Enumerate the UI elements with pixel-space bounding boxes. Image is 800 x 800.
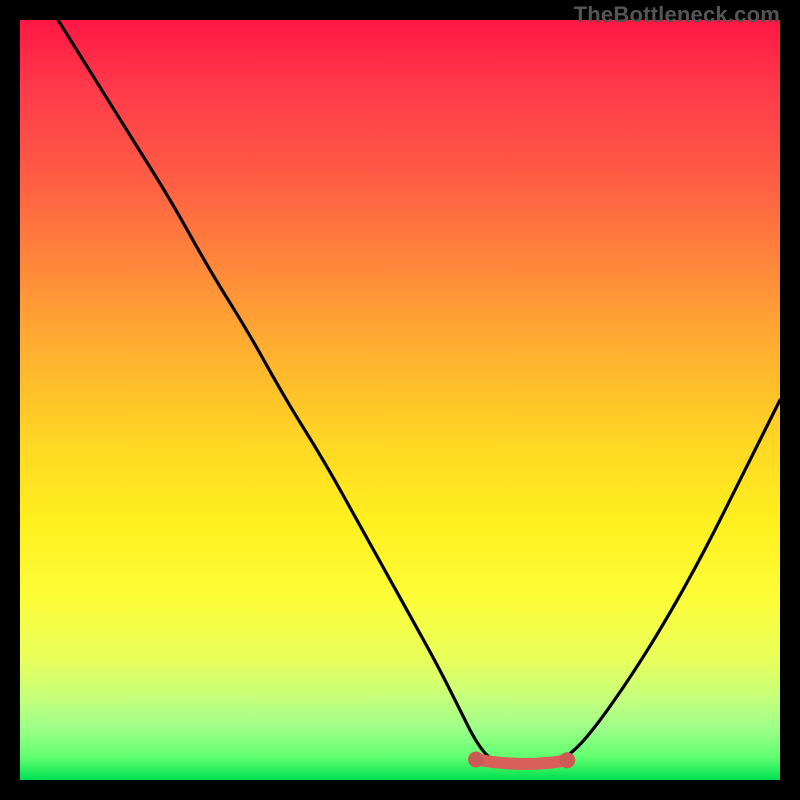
bottleneck-curve	[58, 20, 780, 765]
chart-svg	[20, 20, 780, 780]
optimal-range-end-dot	[468, 752, 484, 768]
optimal-range-end-dot	[559, 752, 575, 768]
optimal-range-line	[476, 760, 567, 765]
chart-frame: TheBottleneck.com	[0, 0, 800, 800]
